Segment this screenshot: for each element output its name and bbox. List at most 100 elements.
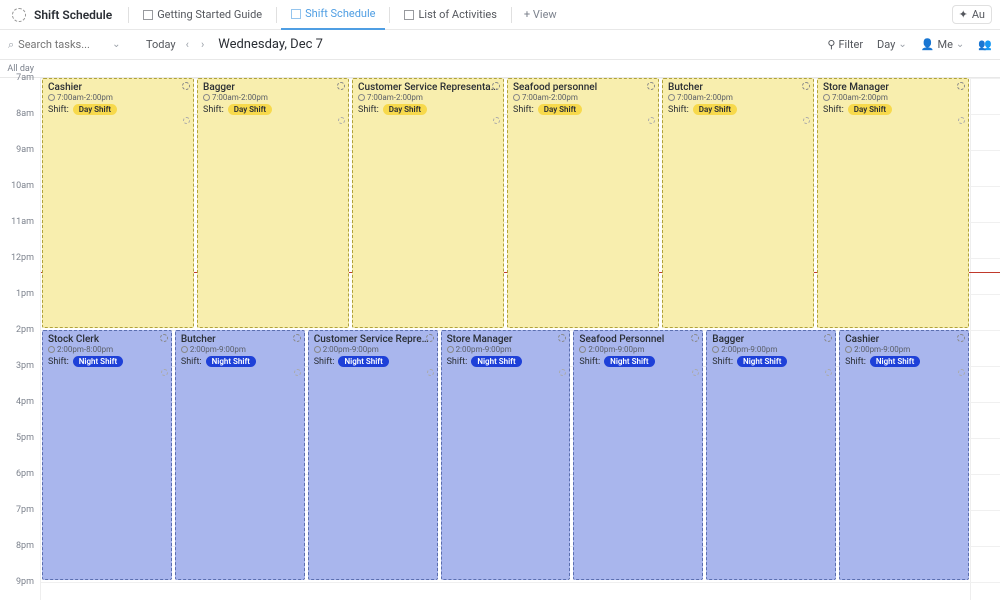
calendar-event[interactable]: Cashier2:00pm-9:00pmShift:Night Shift [839,330,969,580]
clock-icon [48,346,55,353]
event-title: Customer Service Representative [358,82,498,93]
next-day-button[interactable]: › [199,38,206,51]
sub-placeholder-icon[interactable] [559,369,566,376]
hour-label: 12pm [0,253,40,289]
calendar-event[interactable]: Customer Service Representative7:00am-2:… [352,78,504,328]
event-time: 7:00am-2:00pm [367,93,423,102]
event-title: Store Manager [447,334,565,345]
person-icon: 👤 [921,38,935,51]
add-view-button[interactable]: + View [516,8,565,21]
chevron-down-icon: ⌄ [898,39,906,50]
shift-label: Shift: [668,105,689,115]
shift-label: Shift: [203,105,224,115]
calendar-event[interactable]: Bagger2:00pm-9:00pmShift:Night Shift [706,330,836,580]
shift-label: Shift: [447,357,468,367]
assignee-placeholder-icon[interactable] [492,82,500,90]
event-title: Bagger [712,334,830,345]
shift-tag: Night Shift [471,356,521,367]
search-input[interactable] [18,38,108,51]
sub-placeholder-icon[interactable] [294,369,301,376]
automations-button[interactable]: ✦Au [952,5,992,24]
day-menu[interactable]: Day⌄ [877,38,907,51]
clock-icon [513,94,520,101]
shift-label: Shift: [48,357,69,367]
calendar-event[interactable]: Cashier7:00am-2:00pmShift:Day Shift [42,78,194,328]
shift-tag: Night Shift [206,356,256,367]
assignee-placeholder-icon[interactable] [337,82,345,90]
sub-placeholder-icon[interactable] [427,369,434,376]
calendar-event[interactable]: Bagger7:00am-2:00pmShift:Day Shift [197,78,349,328]
hour-label: 1pm [0,289,40,325]
sub-placeholder-icon[interactable] [161,369,168,376]
assignee-placeholder-icon[interactable] [182,82,190,90]
calendar-event[interactable]: Butcher2:00pm-9:00pmShift:Night Shift [175,330,305,580]
sub-placeholder-icon[interactable] [692,369,699,376]
hour-label: 8am [0,109,40,145]
sub-placeholder-icon[interactable] [648,117,655,124]
calendar-event[interactable]: Butcher7:00am-2:00pmShift:Day Shift [662,78,814,328]
clock-icon [358,94,365,101]
event-time: 2:00pm-9:00pm [456,345,512,354]
tab-list-of-activities[interactable]: List of Activities [394,0,506,30]
event-canvas[interactable]: Cashier7:00am-2:00pmShift:Day Shift Bagge… [40,78,1000,600]
event-title: Seafood personnel [513,82,653,93]
assignee-placeholder-icon[interactable] [426,334,434,342]
shift-label: Shift: [513,105,534,115]
hour-label: 6pm [0,469,40,505]
filter-button[interactable]: ⚲Filter [827,38,863,51]
calendar-event[interactable]: Customer Service Representative2:00pm-9:… [308,330,438,580]
assignees-button[interactable]: 👥 [978,38,992,51]
clock-icon [668,94,675,101]
calendar-icon [291,9,301,19]
hour-label: 9am [0,145,40,181]
sub-placeholder-icon[interactable] [958,117,965,124]
hour-label: 2pm [0,325,40,361]
calendar-event[interactable]: Seafood personnel7:00am-2:00pmShift:Day … [507,78,659,328]
sub-placeholder-icon[interactable] [803,117,810,124]
hour-label: 8pm [0,541,40,577]
me-button[interactable]: 👤Me⌄ [921,38,965,51]
sub-placeholder-icon[interactable] [183,117,190,124]
calendar-event[interactable]: Seafood Personnel2:00pm-9:00pmShift:Nigh… [573,330,703,580]
clock-icon [579,346,586,353]
event-time: 2:00pm-8:00pm [57,345,113,354]
shift-tag: Day Shift [693,104,737,115]
assignee-placeholder-icon[interactable] [647,82,655,90]
shift-label: Shift: [181,357,202,367]
chevron-down-icon[interactable]: ⌄ [112,39,120,50]
shift-label: Shift: [823,105,844,115]
hour-label: 10am [0,181,40,217]
calendar-event[interactable]: Stock Clerk2:00pm-8:00pmShift:Night Shif… [42,330,172,580]
assignee-placeholder-icon[interactable] [957,82,965,90]
tab-getting-started[interactable]: Getting Started Guide [133,0,272,30]
chevron-down-icon: ⌄ [956,39,964,50]
hour-label: 7pm [0,505,40,541]
sub-placeholder-icon[interactable] [958,369,965,376]
today-button[interactable]: Today [146,38,176,51]
calendar-event[interactable]: Store Manager7:00am-2:00pmShift:Day Shif… [817,78,969,328]
filter-icon: ⚲ [827,38,835,51]
sub-placeholder-icon[interactable] [338,117,345,124]
tab-label: List of Activities [418,8,496,21]
tab-shift-schedule[interactable]: Shift Schedule [281,0,385,30]
hour-label: 9pm [0,577,40,600]
date-title: Wednesday, Dec 7 [218,37,323,52]
shift-tag: Day Shift [228,104,272,115]
prev-day-button[interactable]: ‹ [184,38,191,51]
assignee-placeholder-icon[interactable] [824,334,832,342]
clock-icon [314,346,321,353]
calendar-event[interactable]: Store Manager2:00pm-9:00pm Shift:Night Sh… [441,330,571,580]
assignee-placeholder-icon[interactable] [802,82,810,90]
search-wrap[interactable]: ⌕ ⌄ [8,38,138,52]
clock-icon [48,94,55,101]
event-title: Stock Clerk [48,334,166,345]
assignee-placeholder-icon[interactable] [160,334,168,342]
assignee-placeholder-icon[interactable] [957,334,965,342]
assignee-placeholder-icon[interactable] [293,334,301,342]
event-time: 2:00pm-9:00pm [721,345,777,354]
event-time: 7:00am-2:00pm [57,93,113,102]
assignee-placeholder-icon[interactable] [691,334,699,342]
assignee-placeholder-icon[interactable] [558,334,566,342]
sub-placeholder-icon[interactable] [493,117,500,124]
sub-placeholder-icon[interactable] [825,369,832,376]
